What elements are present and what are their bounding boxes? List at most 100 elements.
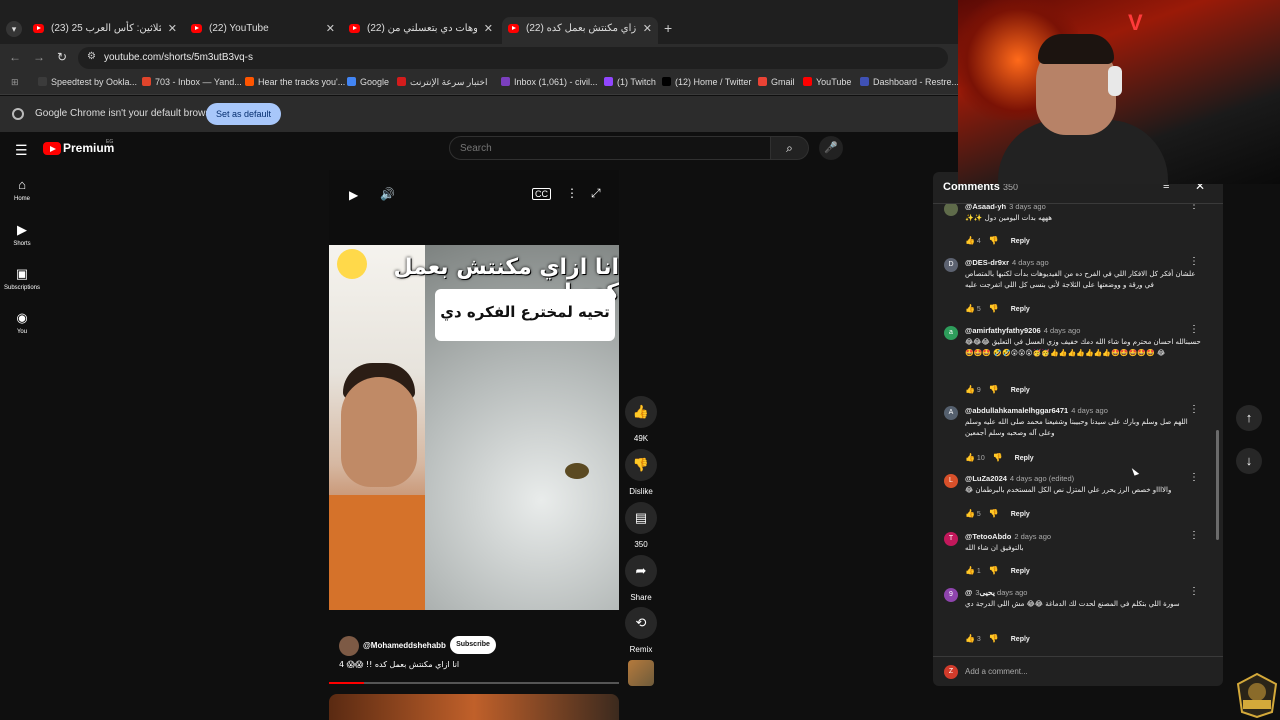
next-short-button[interactable]: ↓ — [1236, 448, 1262, 474]
browser-tab-1[interactable]: (23) تحدي الثلاثين: كأس العرب 25 ✕ — [27, 17, 183, 44]
commenter-handle[interactable]: @DES-dr9xr — [965, 258, 1009, 267]
add-comment-input[interactable]: Add a comment... — [965, 667, 1028, 676]
commenter-avatar[interactable]: D — [944, 258, 958, 272]
commenter-name[interactable]: @LuZa2024 4 days ago (edited) — [965, 474, 1074, 483]
previous-short-button[interactable]: ↑ — [1236, 405, 1262, 431]
bookmark-item[interactable]: 703 - Inbox — Yand... — [142, 77, 242, 87]
reply-button[interactable]: Reply — [1011, 511, 1030, 518]
comment-dislike-icon[interactable]: 👎 — [989, 566, 999, 575]
next-short-preview[interactable] — [329, 694, 619, 720]
commenter-handle[interactable]: @يحيى — [965, 588, 995, 597]
commenter-handle[interactable]: @abdullahkamalelhggar6471 — [965, 406, 1068, 415]
reply-button[interactable]: Reply — [1011, 636, 1030, 643]
play-icon[interactable]: ▶ — [349, 188, 358, 202]
volume-icon[interactable]: 🔊 — [380, 187, 395, 201]
comment-more-icon[interactable]: ⋮ — [1189, 204, 1199, 211]
comment-like-icon[interactable]: 👍 — [965, 385, 975, 394]
forward-icon[interactable]: → — [33, 50, 45, 64]
comment-dislike-icon[interactable]: 👎 — [993, 453, 1003, 462]
fullscreen-icon[interactable]: ⤢ — [591, 186, 601, 201]
back-icon[interactable]: ← — [9, 50, 21, 64]
bookmark-item[interactable]: اختبار سرعة الإنترنت — [397, 77, 487, 88]
comments-button[interactable]: ▤ 350 — [624, 502, 658, 549]
address-bar[interactable]: ⚙ youtube.com/shorts/5m3utB3vq-s — [78, 47, 948, 69]
comments-list[interactable]: @Asaad-yh 3 days ago ⋮ هههه بدات اليومين دو… — [933, 204, 1223, 650]
channel-avatar[interactable] — [339, 636, 359, 656]
short-player[interactable]: ▶ 🔊 CC ⋮ ⤢ انا ازاي مكنتش بعمل كده ! — [329, 170, 619, 610]
comment-more-icon[interactable]: ⋮ — [1189, 586, 1199, 597]
bookmark-item[interactable]: Hear the tracks you'... — [245, 77, 345, 87]
commenter-name[interactable]: @Asaad-yh 3 days ago — [965, 204, 1046, 211]
commenter-handle[interactable]: @LuZa2024 — [965, 474, 1007, 483]
tab-close-icon[interactable]: ✕ — [168, 17, 177, 41]
bookmark-item[interactable]: Google — [347, 77, 389, 87]
bookmark-item[interactable]: YouTube — [803, 77, 851, 87]
guide-item-you[interactable]: ◉ You — [0, 310, 44, 335]
commenter-name[interactable]: @amirfathyfathy9206 4 days ago — [965, 326, 1080, 335]
guide-item-shorts[interactable]: ▶ Shorts — [0, 222, 44, 247]
comment-like-icon[interactable]: 👍 — [965, 509, 975, 518]
search-input[interactable] — [450, 137, 770, 159]
comment-like-icon[interactable]: 👍 — [965, 566, 975, 575]
comment-dislike-icon[interactable]: 👎 — [989, 634, 999, 643]
comment-dislike-icon[interactable]: 👎 — [989, 304, 999, 313]
tab-close-icon[interactable]: ✕ — [643, 17, 652, 41]
reload-icon[interactable]: ↻ — [57, 50, 67, 64]
search-button[interactable]: ⌕ — [771, 136, 809, 160]
share-button[interactable]: ➦ Share — [624, 555, 658, 602]
bookmark-item[interactable]: Speedtest by Ookla... — [38, 77, 137, 87]
comment-dislike-icon[interactable]: 👎 — [989, 385, 999, 394]
comment-like-icon[interactable]: 👍 — [965, 634, 975, 643]
sound-thumbnail[interactable] — [628, 660, 654, 686]
comment-like-icon[interactable]: 👍 — [965, 236, 975, 245]
comment-dislike-icon[interactable]: 👎 — [989, 236, 999, 245]
comment-more-icon[interactable]: ⋮ — [1189, 404, 1199, 415]
tab-close-icon[interactable]: ✕ — [484, 17, 493, 41]
youtube-logo-icon[interactable] — [43, 142, 61, 155]
channel-name[interactable]: @Mohameddshehabb — [363, 641, 446, 650]
bookmark-item[interactable]: (1) Twitch — [604, 77, 656, 87]
commenter-name[interactable]: @DES-dr9xr 4 days ago — [965, 258, 1049, 267]
browser-tab-3[interactable]: (22) الفيديوهات دي بتعسلني من ✕ — [343, 17, 499, 44]
bookmark-item[interactable]: Dashboard - Restre... — [860, 77, 959, 87]
commenter-name[interactable]: @TetooAbdo 2 days ago — [965, 532, 1051, 541]
short-description[interactable]: انا ازاي مكنتش بعمل كده !! 😱😱 4 — [339, 660, 459, 669]
set-as-default-button[interactable]: Set as default — [206, 103, 281, 125]
site-info-icon[interactable]: ⚙ — [87, 51, 96, 62]
commenter-avatar[interactable]: 9 — [944, 588, 958, 602]
bookmark-item[interactable]: Inbox (1,061) - civil... — [501, 77, 598, 87]
more-options-icon[interactable]: ⋮ — [566, 186, 578, 200]
commenter-handle[interactable]: @Asaad-yh — [965, 204, 1006, 211]
remix-button[interactable]: ⟲ Remix — [624, 607, 658, 654]
comment-like-icon[interactable]: 👍 — [965, 304, 975, 313]
voice-search-button[interactable]: 🎤 — [819, 136, 843, 160]
short-progress-bar[interactable] — [329, 682, 619, 684]
comment-more-icon[interactable]: ⋮ — [1189, 256, 1199, 267]
like-button[interactable]: 👍 49K — [624, 396, 658, 443]
browser-tab-4-active[interactable]: (22) انا ازاي مكنتش بعمل كده !! 😱 ✕ — [502, 17, 658, 44]
captions-icon[interactable]: CC — [532, 188, 551, 200]
guide-item-home[interactable]: ⌂ Home — [0, 177, 44, 202]
comment-more-icon[interactable]: ⋮ — [1189, 472, 1199, 483]
commenter-handle[interactable]: @TetooAbdo — [965, 532, 1011, 541]
commenter-avatar[interactable]: T — [944, 532, 958, 546]
bookmark-item[interactable]: (12) Home / Twitter — [662, 77, 751, 87]
comment-like-icon[interactable]: 👍 — [965, 453, 975, 462]
tab-close-icon[interactable]: ✕ — [326, 17, 335, 41]
commenter-name[interactable]: @abdullahkamalelhggar6471 4 days ago — [965, 406, 1108, 415]
new-tab-icon[interactable]: + — [664, 20, 672, 36]
comments-scrollbar[interactable] — [1216, 430, 1219, 540]
reply-button[interactable]: Reply — [1015, 455, 1034, 462]
commenter-avatar[interactable]: a — [944, 326, 958, 340]
comment-dislike-icon[interactable]: 👎 — [989, 509, 999, 518]
commenter-avatar[interactable]: L — [944, 474, 958, 488]
commenter-avatar[interactable]: A — [944, 406, 958, 420]
browser-tab-2[interactable]: (22) YouTube ✕ — [185, 17, 341, 44]
commenter-avatar[interactable] — [944, 204, 958, 216]
reply-button[interactable]: Reply — [1011, 238, 1030, 245]
reply-button[interactable]: Reply — [1011, 306, 1030, 313]
commenter-handle[interactable]: @amirfathyfathy9206 — [965, 326, 1041, 335]
comment-more-icon[interactable]: ⋮ — [1189, 530, 1199, 541]
apps-icon[interactable]: ⊞ — [11, 77, 19, 88]
commenter-name[interactable]: @يحيى3 days ago — [965, 588, 1027, 597]
